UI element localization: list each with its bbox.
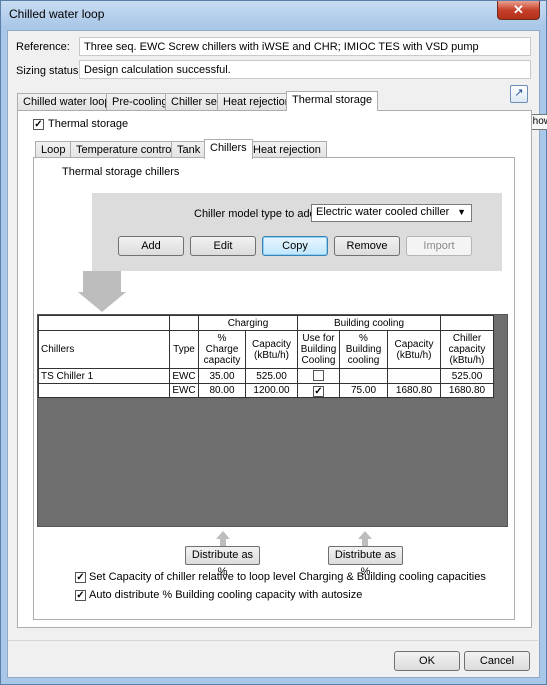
flow-arrow-stem: [83, 271, 121, 293]
window-title: Chilled water loop: [9, 7, 105, 21]
col-header-building-cooling-capacity: Capacity (kBtu/h): [387, 330, 441, 369]
row-building-cooling-pct[interactable]: [339, 368, 388, 384]
edit-button[interactable]: Edit: [190, 236, 256, 256]
col-header-charge-capacity: Capacity (kBtu/h): [245, 330, 298, 369]
row-chiller-capacity[interactable]: 1680.80: [440, 383, 494, 398]
row-building-cooling-capacity[interactable]: [387, 368, 441, 384]
close-button[interactable]: ✕: [497, 1, 540, 20]
tab-chillers[interactable]: Chillers: [204, 139, 253, 159]
col-header-charge-pct: % Charge capacity: [198, 330, 246, 369]
row-type[interactable]: EWC: [169, 368, 199, 384]
sizing-status-field: Design calculation successful.: [79, 60, 531, 79]
tab-chilled-water-loop[interactable]: Chilled water loop: [17, 93, 117, 111]
dropdown-arrow-icon: ▼: [457, 207, 466, 217]
add-button[interactable]: Add: [118, 236, 184, 256]
col-header-chiller-capacity: Chiller capacity (kBtu/h): [440, 330, 494, 369]
up-arrow-icon: [216, 531, 230, 539]
thermal-storage-checkbox[interactable]: ✓: [33, 119, 44, 130]
row-charge-capacity[interactable]: 1200.00: [245, 383, 298, 398]
table-row-selected[interactable]: TS Chiller 2 EWC 80.00 1200.00 ✓ 75.00 1…: [38, 383, 494, 398]
row-building-cooling-capacity[interactable]: 1680.80: [387, 383, 441, 398]
up-arrow-stem: [362, 539, 368, 546]
remove-button[interactable]: Remove: [334, 236, 400, 256]
auto-distribute-label: Auto distribute % Building cooling capac…: [89, 589, 363, 601]
auto-distribute-checkbox[interactable]: ✓: [75, 590, 86, 601]
group-header-building-cooling: Building cooling: [297, 315, 441, 331]
sizing-status-label: Sizing status:: [16, 65, 82, 77]
row-charge-pct[interactable]: 35.00: [198, 368, 246, 384]
set-capacity-label: Set Capacity of chiller relative to loop…: [89, 571, 486, 583]
row-type[interactable]: EWC: [169, 383, 199, 398]
reference-field[interactable]: Three seq. EWC Screw chillers with iWSE …: [79, 37, 531, 56]
row-building-cooling-pct[interactable]: 75.00: [339, 383, 388, 398]
use-building-cooling-checkbox[interactable]: ✓: [313, 386, 324, 397]
row-charge-pct[interactable]: 80.00: [198, 383, 246, 398]
import-button[interactable]: Import: [406, 236, 472, 256]
up-arrow-stem: [220, 539, 226, 546]
col-header-type: Type: [169, 330, 199, 369]
group-header-charging: Charging: [198, 315, 298, 331]
table-row[interactable]: TS Chiller 1 EWC 35.00 525.00 525.00: [38, 368, 494, 384]
show-details-button[interactable]: ↗: [510, 85, 528, 103]
distribute-building-cooling-button[interactable]: Distribute as %: [328, 546, 403, 578]
title-bar: Chilled water loop ✕: [1, 1, 546, 27]
reference-label: Reference:: [16, 41, 70, 53]
copy-button[interactable]: Copy: [262, 236, 328, 256]
row-chiller-name[interactable]: TS Chiller 1: [38, 368, 170, 384]
col-header-use-building-cooling: Use for Building Cooling: [297, 330, 340, 369]
footer-divider: [8, 640, 538, 641]
chiller-model-select[interactable]: Electric water cooled chiller ▼: [311, 204, 472, 222]
set-capacity-checkbox[interactable]: ✓: [75, 572, 86, 583]
cancel-button[interactable]: Cancel: [464, 651, 530, 671]
distribute-charging-button[interactable]: Distribute as %: [185, 546, 260, 578]
row-chiller-capacity[interactable]: 525.00: [440, 368, 494, 384]
row-charge-capacity[interactable]: 525.00: [245, 368, 298, 384]
row-chiller-name[interactable]: TS Chiller 2: [38, 383, 170, 398]
down-arrow-icon: [78, 292, 126, 312]
up-arrow-icon: [358, 531, 372, 539]
chiller-model-value: Electric water cooled chiller: [316, 206, 450, 218]
external-link-icon: ↗: [514, 87, 524, 99]
chiller-model-label: Chiller model type to add:: [194, 208, 319, 220]
section-title: Thermal storage chillers: [62, 166, 180, 178]
tab-thermal-storage[interactable]: Thermal storage: [286, 91, 379, 111]
use-building-cooling-checkbox[interactable]: [313, 370, 324, 381]
chillers-table: Charging Building cooling Chillers Type …: [38, 315, 494, 398]
tab-pre-cooling[interactable]: Pre-cooling: [106, 93, 174, 111]
col-header-building-cooling-pct: % Building cooling: [339, 330, 388, 369]
col-header-chillers: Chillers: [38, 330, 170, 369]
tab-heat-rejection[interactable]: Heat rejection: [217, 93, 297, 111]
row-use-building-cooling[interactable]: [297, 368, 340, 384]
ok-button[interactable]: OK: [394, 651, 460, 671]
thermal-storage-label: Thermal storage: [48, 118, 129, 130]
row-use-building-cooling[interactable]: ✓: [297, 383, 340, 398]
